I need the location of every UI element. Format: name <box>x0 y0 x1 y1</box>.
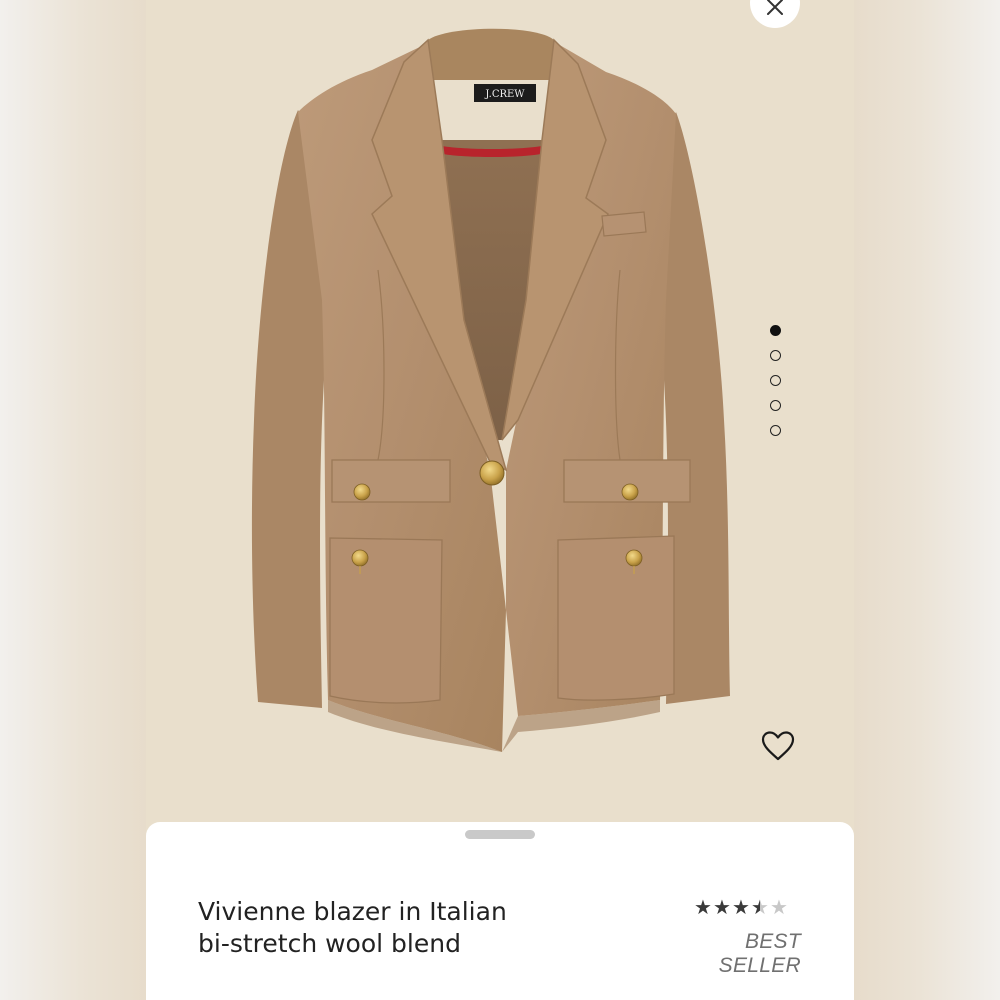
best-seller-badge: BEST SELLER <box>718 930 801 977</box>
product-info-sheet[interactable]: Vivienne blazer in Italian bi-stretch wo… <box>146 822 854 1000</box>
carousel-dot-3[interactable] <box>769 375 781 386</box>
left-backdrop <box>0 0 146 1000</box>
svg-text:J.CREW: J.CREW <box>484 89 525 100</box>
carousel-dot-5[interactable] <box>769 425 781 436</box>
front-button <box>479 460 505 486</box>
star-icon: ★ <box>713 895 731 919</box>
heart-outline-icon <box>761 731 795 761</box>
product-title: Vivienne blazer in Italian bi-stretch wo… <box>198 897 507 958</box>
carousel-dot-1[interactable] <box>769 325 781 336</box>
carousel-dot-2[interactable] <box>769 350 781 361</box>
star-icon: ★ <box>694 895 712 919</box>
favorite-button[interactable] <box>758 728 798 764</box>
product-gallery[interactable]: J.CREW Vivienne blazer in Italian bi-str… <box>146 0 854 1000</box>
image-carousel-indicator[interactable] <box>768 325 782 436</box>
carousel-dot-4[interactable] <box>769 400 781 411</box>
star-icon: ★ <box>770 895 788 919</box>
right-backdrop <box>854 0 1000 1000</box>
product-image[interactable]: J.CREW <box>146 0 854 840</box>
close-icon <box>767 0 783 15</box>
sheet-drag-handle[interactable] <box>465 830 535 839</box>
star-icon: ★ <box>751 895 769 919</box>
star-rating[interactable]: ★ ★ ★ ★ ★ <box>694 896 788 918</box>
star-icon: ★ <box>732 895 750 919</box>
